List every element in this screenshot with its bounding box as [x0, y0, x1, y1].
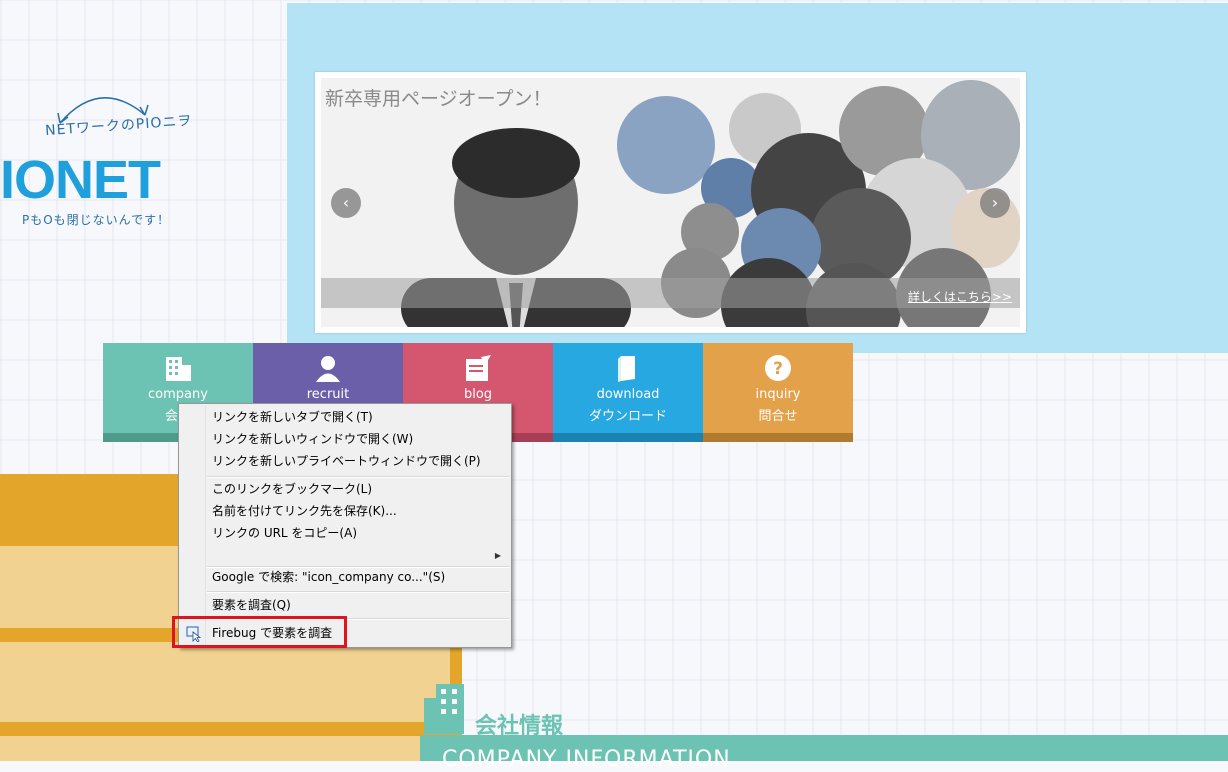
blog-icon	[466, 355, 491, 381]
nav-label-en: blog	[463, 387, 493, 402]
side-panel-row	[0, 736, 420, 761]
menu-open-new-window[interactable]: リンクを新しいウィンドウで開く(W)	[212, 429, 413, 449]
menu-save-link-as[interactable]: 名前を付けてリンク先を保存(K)...	[212, 501, 397, 521]
photo-circle	[617, 96, 715, 194]
slider-next-button[interactable]: ›	[980, 188, 1010, 218]
company-info-subtitle: COMPANY INFORMATION	[442, 747, 731, 772]
nav-label-jp: ダウンロード	[588, 409, 667, 424]
side-panel-divider	[0, 722, 460, 736]
menu-icon-gutter	[205, 406, 206, 645]
menu-separator	[207, 476, 509, 478]
slide-image[interactable]: 新卒専用ページオープン！ 詳しくはこちら>>	[321, 78, 1020, 327]
chevron-left-icon: ‹	[342, 193, 350, 212]
nav-label-en: recruit	[306, 387, 350, 402]
nav-bottom-bar	[553, 433, 703, 442]
hero-slider[interactable]: 新卒専用ページオープン！ 詳しくはこちら>> ‹ ›	[315, 72, 1026, 333]
slide-detail-link[interactable]: 詳しくはこちら>>	[908, 288, 1012, 305]
side-panel-row	[0, 642, 450, 722]
context-menu: リンクを新しいタブで開く(T) リンクを新しいウィンドウで開く(W) リンクを新…	[178, 403, 512, 648]
company-info-title: 会社情報	[475, 714, 564, 739]
menu-separator	[207, 591, 509, 593]
nav-download[interactable]: download ダウンロード	[553, 343, 703, 442]
menu-copy-link-url[interactable]: リンクの URL をコピー(A)	[212, 523, 357, 543]
nav-label-jp: 問合せ	[758, 409, 798, 424]
nav-label-en: download	[596, 387, 660, 402]
submenu-arrow-icon: ▶	[494, 551, 501, 560]
nav-inquiry[interactable]: ? inquiry 問合せ	[703, 343, 853, 442]
menu-open-new-tab[interactable]: リンクを新しいタブで開く(T)	[212, 407, 373, 427]
nav-label-en: inquiry	[755, 387, 801, 402]
menu-bookmark-link[interactable]: このリンクをブックマーク(L)	[212, 479, 372, 499]
nav-label-en: company	[148, 387, 208, 402]
building-icon	[424, 684, 464, 734]
question-icon: ?	[765, 355, 791, 381]
book-icon	[618, 356, 635, 382]
site-logo[interactable]: NETワークのPIOニヲ IONET PもOも閉じないんです！	[0, 85, 200, 235]
menu-google-search[interactable]: Google で検索: "icon_company co..."(S)	[212, 567, 445, 587]
logo-tagline-bottom: PもOも閉じないんです！	[22, 213, 171, 227]
menu-open-private-window[interactable]: リンクを新しいプライベートウィンドウで開く(P)	[212, 451, 481, 471]
logo-brand-text: IONET	[0, 150, 161, 210]
slider-prev-button[interactable]: ‹	[331, 188, 361, 218]
building-icon	[166, 357, 191, 381]
person-icon	[316, 356, 340, 382]
chevron-right-icon: ›	[991, 193, 999, 212]
slide-title: 新卒専用ページオープン！	[325, 88, 552, 110]
firebug-item-highlight	[172, 616, 347, 648]
nav-bottom-bar	[703, 433, 853, 442]
svg-text:?: ?	[773, 359, 783, 379]
menu-inspect-element[interactable]: 要素を調査(Q)	[212, 595, 291, 615]
